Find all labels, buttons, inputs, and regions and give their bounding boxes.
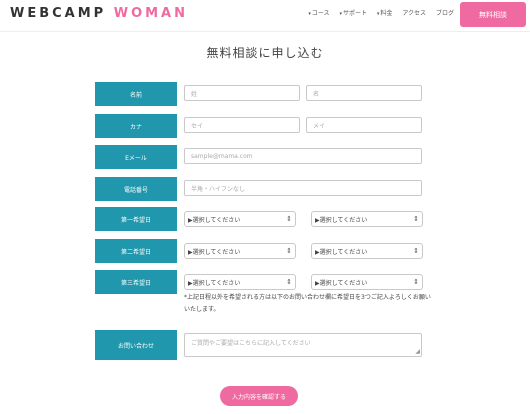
updown-chevron-icon: ⇕ bbox=[413, 215, 419, 223]
nav-item-price[interactable]: ▾料金 bbox=[377, 8, 393, 17]
select-value: ▶選択してください bbox=[315, 248, 368, 256]
updown-chevron-icon: ⇕ bbox=[286, 215, 292, 223]
page-title: 無料相談に申し込む bbox=[206, 46, 324, 60]
third-choice-time-select[interactable]: ▶選択してください ⇕ bbox=[311, 274, 423, 290]
nav-item-label: サポート bbox=[342, 10, 367, 17]
updown-chevron-icon: ⇕ bbox=[286, 247, 292, 255]
second-choice-date-select[interactable]: ▶選択してください ⇕ bbox=[184, 243, 296, 259]
first-kana-input[interactable]: メイ bbox=[306, 117, 422, 133]
header-divider bbox=[0, 31, 530, 32]
free-consultation-button[interactable]: 無料相談 bbox=[460, 2, 526, 27]
phone-input[interactable]: 半角・ハイフンなし bbox=[184, 180, 422, 196]
chevron-down-icon: ▾ bbox=[308, 11, 311, 17]
updown-chevron-icon: ⇕ bbox=[413, 247, 419, 255]
nav-item-label: コース bbox=[311, 10, 330, 17]
nav-item-label: ブログ bbox=[435, 10, 454, 17]
select-value: ▶選択してください bbox=[315, 216, 368, 224]
third-choice-label: 第三希望日 bbox=[95, 270, 177, 294]
logo-text-woman: WOMAN bbox=[113, 6, 189, 21]
nav-item-access[interactable]: アクセス bbox=[402, 8, 426, 17]
first-choice-date-select[interactable]: ▶選択してください ⇕ bbox=[184, 211, 296, 227]
nav-item-course[interactable]: ▾コース bbox=[308, 8, 329, 17]
last-name-input[interactable]: 姓 bbox=[184, 85, 300, 101]
second-choice-label: 第二希望日 bbox=[95, 239, 177, 263]
preferred-date-note: *上記日程以外を希望される方は以下のお問い合わせ欄に希望日を3つご記入よろしくお… bbox=[184, 294, 431, 313]
third-choice-date-select[interactable]: ▶選択してください ⇕ bbox=[184, 274, 296, 290]
phone-label: 電話番号 bbox=[95, 177, 177, 201]
chevron-down-icon: ▾ bbox=[339, 11, 342, 17]
site-logo[interactable]: WEBCAMP WOMAN bbox=[10, 6, 188, 21]
select-value: ▶選択してください bbox=[315, 279, 368, 287]
main-nav: ▾コース ▾サポート ▾料金 アクセス ブログ bbox=[300, 8, 454, 17]
updown-chevron-icon: ⇕ bbox=[413, 278, 419, 286]
updown-chevron-icon: ⇕ bbox=[286, 278, 292, 286]
nav-item-label: 料金 bbox=[380, 10, 393, 17]
email-input[interactable]: sample@mama.com bbox=[184, 148, 422, 164]
select-value: ▶選択してください bbox=[188, 216, 241, 224]
logo-text-webcamp: WEBCAMP bbox=[10, 6, 107, 21]
kana-label: カナ bbox=[95, 114, 177, 138]
first-name-input[interactable]: 名 bbox=[306, 85, 422, 101]
confirm-submit-button[interactable]: 入力内容を確認する bbox=[220, 386, 298, 406]
nav-item-blog[interactable]: ブログ bbox=[436, 8, 454, 17]
name-label: 名前 bbox=[95, 82, 177, 106]
nav-item-support[interactable]: ▾サポート bbox=[339, 8, 367, 17]
inquiry-label: お問い合わせ bbox=[95, 330, 177, 360]
inquiry-placeholder: ご質問やご要望はこちらに記入してください bbox=[191, 340, 311, 347]
site-header: WEBCAMP WOMAN ▾コース ▾サポート ▾料金 アクセス ブログ 無料… bbox=[0, 0, 530, 31]
email-label: Eメール bbox=[95, 145, 177, 169]
first-choice-label: 第一希望日 bbox=[95, 207, 177, 231]
resize-handle-icon[interactable]: ◢ bbox=[415, 348, 420, 355]
last-kana-input[interactable]: セイ bbox=[184, 117, 300, 133]
inquiry-textarea[interactable]: ご質問やご要望はこちらに記入してください ◢ bbox=[184, 333, 422, 357]
select-value: ▶選択してください bbox=[188, 279, 241, 287]
select-value: ▶選択してください bbox=[188, 248, 241, 256]
nav-item-label: アクセス bbox=[402, 10, 427, 17]
first-choice-time-select[interactable]: ▶選択してください ⇕ bbox=[311, 211, 423, 227]
second-choice-time-select[interactable]: ▶選択してください ⇕ bbox=[311, 243, 423, 259]
